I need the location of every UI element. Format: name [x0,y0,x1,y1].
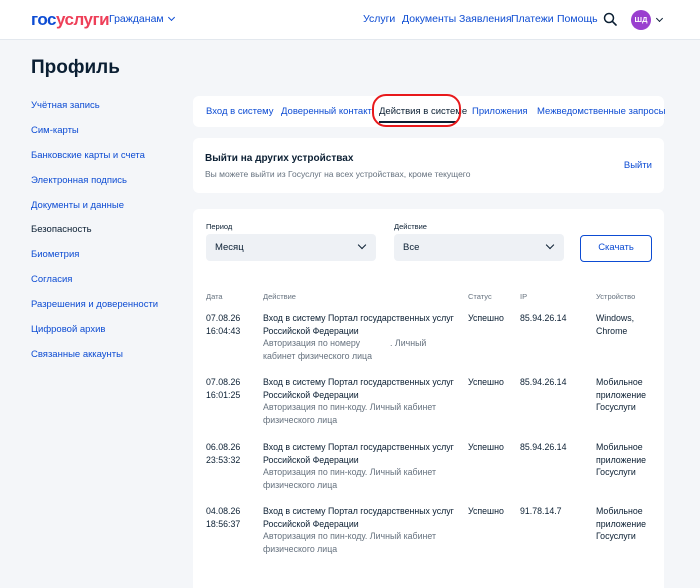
row-ip: 85.94.26.14 [520,313,567,323]
period-value: Месяц [215,242,244,253]
nav-services[interactable]: Услуги [363,13,395,25]
column-header-status: Статус [468,292,492,301]
logout-devices-card: Выйти на других устройствах Вы можете вы… [193,138,664,193]
annotation-highlight [372,94,461,127]
chevron-down-icon [167,13,175,22]
sidebar-item-documents[interactable]: Документы и данные [31,200,124,211]
sidebar-item-digital-archive[interactable]: Цифровой архив [31,324,105,335]
audience-label: Гражданам [109,13,164,25]
row-action: Вход в систему Портал государственных ус… [263,313,454,361]
top-header: госуслуги Гражданам Услуги Документы Зая… [0,0,700,40]
row-status: Успешно [468,442,504,452]
table-row: 07.08.26 16:04:43 Вход в систему Портал … [193,312,664,374]
table-row: 04.08.26 18:56:37 Вход в систему Портал … [193,505,664,567]
row-device: Мобильное приложение Госуслуги [596,377,647,412]
audience-dropdown[interactable]: Гражданам [109,13,175,25]
period-label: Период [206,222,233,231]
sidebar-item-consents[interactable]: Согласия [31,274,72,285]
row-ip: 91.78.14.7 [520,506,562,516]
row-status: Успешно [468,377,504,387]
sidebar-item-sim-cards[interactable]: Сим-карты [31,125,79,136]
logout-card-subtitle: Вы можете выйти из Госуслуг на всех устр… [205,169,471,179]
action-label: Действие [394,222,427,231]
row-device: Мобильное приложение Госуслуги [596,442,647,477]
sidebar-item-biometrics[interactable]: Биометрия [31,249,79,260]
sidebar-item-account[interactable]: Учётная запись [31,100,100,111]
column-header-ip: IP [520,292,528,301]
row-action: Вход в систему Портал государственных ус… [263,442,454,490]
sidebar-item-bank-cards[interactable]: Банковские карты и счета [31,150,145,161]
table-row: 07.08.26 16:01:25 Вход в систему Портал … [193,376,664,438]
row-status: Успешно [468,313,504,323]
logout-card-title: Выйти на других устройствах [205,153,354,164]
row-datetime: 07.08.26 16:04:43 [206,313,241,336]
sidebar-item-permissions[interactable]: Разрешения и доверенности [31,299,158,310]
column-header-action: Действие [263,292,296,301]
tab-login[interactable]: Вход в систему [206,106,274,117]
actions-history-card: Период Месяц Действие Все Скачать Дата Д… [193,209,664,588]
tab-trusted-contact[interactable]: Доверенный контакт [281,106,372,117]
row-device: Мобильное приложение Госуслуги [596,506,647,541]
sidebar-item-linked-accounts[interactable]: Связанные аккаунты [31,349,123,360]
search-icon[interactable] [603,12,617,26]
row-datetime: 07.08.26 16:01:25 [206,377,241,400]
column-header-device: Устройство [596,292,636,301]
logout-link[interactable]: Выйти [624,160,652,171]
page-title: Профиль [31,57,120,78]
download-button[interactable]: Скачать [580,235,652,262]
sidebar-item-e-signature[interactable]: Электронная подпись [31,175,127,186]
row-datetime: 06.08.26 23:53:32 [206,442,241,465]
row-ip: 85.94.26.14 [520,442,567,452]
tab-interagency-requests[interactable]: Межведомственные запросы [537,106,665,117]
sidebar-item-security[interactable]: Безопасность [31,224,92,235]
chevron-down-icon[interactable] [655,14,664,23]
chevron-down-icon [357,240,367,250]
column-header-date: Дата [206,292,223,301]
row-action: Вход в систему Портал государственных ус… [263,506,454,554]
avatar[interactable]: ШД [631,10,651,30]
row-action: Вход в систему Портал государственных ус… [263,377,454,425]
row-device: Windows, Chrome [596,313,635,336]
row-datetime: 04.08.26 18:56:37 [206,506,241,529]
chevron-down-icon [545,240,555,250]
tab-applications[interactable]: Приложения [472,106,528,117]
gosuslugi-logo[interactable]: госуслуги [31,10,110,30]
row-ip: 85.94.26.14 [520,377,567,387]
nav-documents[interactable]: Документы [402,13,456,25]
nav-applications[interactable]: Заявления [459,13,512,25]
nav-payments[interactable]: Платежи [511,13,554,25]
action-value: Все [403,242,420,253]
row-status: Успешно [468,506,504,516]
action-select[interactable]: Все [394,234,564,261]
table-row: 06.08.26 23:53:32 Вход в систему Портал … [193,441,664,503]
nav-help[interactable]: Помощь [557,13,598,25]
period-select[interactable]: Месяц [206,234,376,261]
